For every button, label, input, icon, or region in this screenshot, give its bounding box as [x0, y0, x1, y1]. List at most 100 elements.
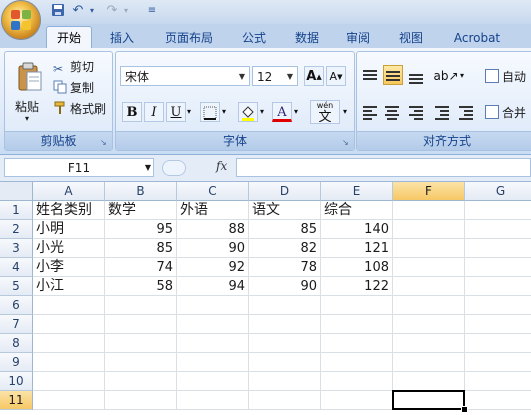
office-button[interactable] [1, 0, 41, 40]
fill-color-button[interactable] [238, 102, 258, 122]
cell-c2[interactable]: 88 [177, 220, 249, 239]
fill-handle[interactable] [461, 406, 468, 413]
cell-a11[interactable] [33, 391, 105, 410]
cell-d2[interactable]: 85 [249, 220, 321, 239]
cell-a8[interactable] [33, 334, 105, 353]
tab-home[interactable]: 开始 [46, 26, 92, 49]
cell-e7[interactable] [321, 315, 393, 334]
cell-g5[interactable] [465, 277, 531, 296]
cell-c6[interactable] [177, 296, 249, 315]
row-header-5[interactable]: 5 [0, 277, 33, 296]
cell-g1[interactable] [465, 201, 531, 220]
cell-e5[interactable]: 122 [321, 277, 393, 296]
font-size-combo[interactable]: 12 ▼ [252, 66, 298, 86]
cell-d11[interactable] [249, 391, 321, 410]
formula-expand-icon[interactable] [162, 160, 186, 176]
tab-formulas[interactable]: 公式 [232, 28, 276, 48]
spreadsheet-grid[interactable]: A B C D E F G 1 姓名类别 数学 外语 语文 综合 2 小明 95 88 85 140 3 小光 85 90 8… [0, 182, 531, 415]
format-painter-button[interactable]: 格式刷 [53, 100, 106, 118]
cell-b6[interactable] [105, 296, 177, 315]
align-left-icon[interactable] [361, 103, 379, 121]
cell-g2[interactable] [465, 220, 531, 239]
italic-button[interactable]: I [144, 102, 164, 122]
cell-a6[interactable] [33, 296, 105, 315]
align-bottom-icon[interactable] [407, 67, 425, 85]
cell-g7[interactable] [465, 315, 531, 334]
column-header-e[interactable]: E [321, 182, 393, 201]
cell-b9[interactable] [105, 353, 177, 372]
cell-a1[interactable]: 姓名类别 [33, 201, 105, 220]
cell-d10[interactable] [249, 372, 321, 391]
align-right-icon[interactable] [407, 103, 425, 121]
cell-b8[interactable] [105, 334, 177, 353]
wrap-text-button[interactable]: 自动 [485, 68, 526, 86]
phonetic-button[interactable]: wén 文 [310, 100, 340, 124]
grow-font-button[interactable]: A▲ [304, 66, 324, 86]
insert-function-button[interactable]: fx [216, 159, 227, 173]
borders-button[interactable] [200, 102, 220, 122]
cell-d1[interactable]: 语文 [249, 201, 321, 220]
paste-button[interactable]: 粘贴 ▾ [7, 54, 49, 128]
cell-c9[interactable] [177, 353, 249, 372]
row-header-1[interactable]: 1 [0, 201, 33, 220]
name-box[interactable]: F11 ▼ [4, 158, 154, 177]
row-header-11[interactable]: 11 [0, 391, 33, 410]
cell-a7[interactable] [33, 315, 105, 334]
font-color-button[interactable]: A [272, 102, 292, 122]
underline-dropdown-icon[interactable]: ▾ [184, 102, 194, 122]
cell-c10[interactable] [177, 372, 249, 391]
cell-g4[interactable] [465, 258, 531, 277]
row-header-7[interactable]: 7 [0, 315, 33, 334]
decrease-indent-icon[interactable] [433, 103, 451, 121]
redo-dropdown-icon[interactable]: ▾ [118, 3, 134, 19]
cell-f9[interactable] [393, 353, 465, 372]
cell-f1[interactable] [393, 201, 465, 220]
formula-input[interactable] [236, 158, 531, 177]
cell-f2[interactable] [393, 220, 465, 239]
column-header-a[interactable]: A [33, 182, 105, 201]
cell-c5[interactable]: 94 [177, 277, 249, 296]
cell-f7[interactable] [393, 315, 465, 334]
align-top-icon[interactable] [361, 67, 379, 85]
cell-b1[interactable]: 数学 [105, 201, 177, 220]
cell-g6[interactable] [465, 296, 531, 315]
cell-g8[interactable] [465, 334, 531, 353]
cell-c8[interactable] [177, 334, 249, 353]
copy-button[interactable]: 复制 [53, 79, 94, 97]
cell-b11[interactable] [105, 391, 177, 410]
select-all-corner[interactable] [0, 182, 33, 201]
column-header-f[interactable]: F [393, 182, 465, 201]
cut-button[interactable]: ✂ 剪切 [53, 58, 94, 76]
tab-insert[interactable]: 插入 [100, 28, 144, 48]
cell-f6[interactable] [393, 296, 465, 315]
orientation-dropdown-icon[interactable]: ▾ [457, 66, 467, 86]
cell-e8[interactable] [321, 334, 393, 353]
cell-e4[interactable]: 108 [321, 258, 393, 277]
row-header-3[interactable]: 3 [0, 239, 33, 258]
cell-d6[interactable] [249, 296, 321, 315]
cell-g9[interactable] [465, 353, 531, 372]
shrink-font-button[interactable]: A▼ [326, 66, 346, 86]
fill-color-dropdown-icon[interactable]: ▾ [257, 102, 267, 122]
cell-e11[interactable] [321, 391, 393, 410]
cell-f3[interactable] [393, 239, 465, 258]
cell-b10[interactable] [105, 372, 177, 391]
borders-dropdown-icon[interactable]: ▾ [219, 102, 229, 122]
column-header-c[interactable]: C [177, 182, 249, 201]
cell-f8[interactable] [393, 334, 465, 353]
cell-a3[interactable]: 小光 [33, 239, 105, 258]
save-icon[interactable] [50, 3, 66, 19]
column-header-g[interactable]: G [465, 182, 531, 201]
cell-d7[interactable] [249, 315, 321, 334]
clipboard-launcher-icon[interactable]: ↘ [100, 138, 109, 147]
font-name-combo[interactable]: 宋体 ▼ [120, 66, 250, 86]
cell-g10[interactable] [465, 372, 531, 391]
cell-d8[interactable] [249, 334, 321, 353]
column-header-d[interactable]: D [249, 182, 321, 201]
increase-indent-icon[interactable] [457, 103, 475, 121]
cell-e2[interactable]: 140 [321, 220, 393, 239]
cell-c11[interactable] [177, 391, 249, 410]
cell-g3[interactable] [465, 239, 531, 258]
cell-f5[interactable] [393, 277, 465, 296]
cell-c4[interactable]: 92 [177, 258, 249, 277]
